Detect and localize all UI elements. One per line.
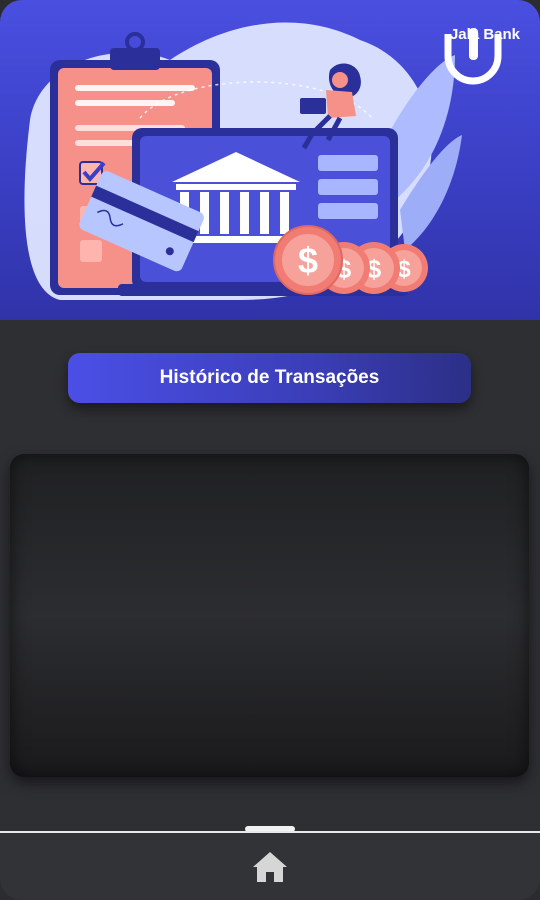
app-screen: $ $ $ $ Jala Bank Histórico de Transaçõe… xyxy=(0,0,540,900)
clipboard-ring xyxy=(125,32,145,52)
document-line xyxy=(75,100,175,106)
brand-logo: Jala Bank xyxy=(440,24,530,85)
page-title-bar: Histórico de Transações xyxy=(68,353,471,403)
hero-banner: $ $ $ $ Jala Bank xyxy=(0,0,540,320)
bank-column xyxy=(280,192,289,234)
bank-column xyxy=(260,192,269,234)
bank-column xyxy=(240,192,249,234)
bottom-navigation xyxy=(0,831,540,900)
svg-text:$: $ xyxy=(298,240,318,281)
transactions-list-panel xyxy=(10,454,529,777)
bank-beam xyxy=(176,184,296,190)
screen-block xyxy=(318,203,378,219)
home-button[interactable] xyxy=(250,849,290,885)
document-line xyxy=(75,85,195,91)
home-icon xyxy=(253,852,287,882)
bank-column xyxy=(220,192,229,234)
coin-icon: $ xyxy=(273,225,343,295)
screen-block xyxy=(318,155,378,171)
checkbox-icon xyxy=(80,240,102,262)
page-title: Histórico de Transações xyxy=(159,367,380,388)
jala-bank-logo-icon xyxy=(444,28,502,85)
screen-block xyxy=(318,179,378,195)
